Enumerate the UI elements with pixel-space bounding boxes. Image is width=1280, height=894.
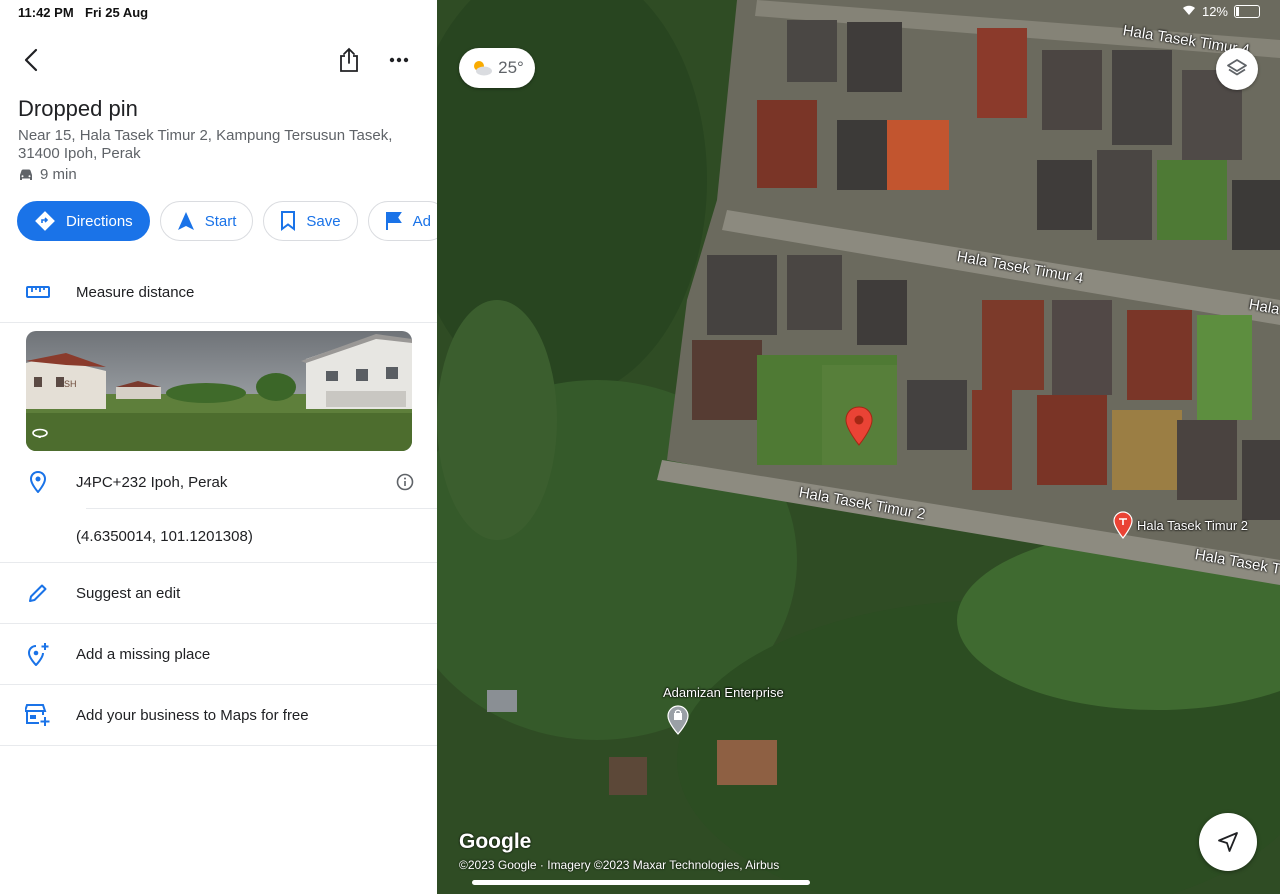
street-view-image: SH xyxy=(26,331,412,451)
start-label: Start xyxy=(204,212,237,230)
place-marker-timur2[interactable]: Hala Tasek Timur 2 xyxy=(1113,511,1248,539)
coordinates-row[interactable]: (4.6350014, 101.1201308) xyxy=(0,516,437,556)
chevron-left-icon xyxy=(24,48,38,72)
suggest-edit-row[interactable]: Suggest an edit xyxy=(0,573,437,613)
status-date: Fri 25 Aug xyxy=(85,5,149,20)
plus-code-info-button[interactable] xyxy=(393,470,417,494)
more-options-button[interactable] xyxy=(381,42,417,78)
suggest-edit-label: Suggest an edit xyxy=(76,584,181,602)
status-time: 11:42 PM xyxy=(18,5,74,20)
location-pin-icon xyxy=(30,471,46,493)
divider xyxy=(0,684,437,685)
ruler-icon xyxy=(26,286,50,298)
dropped-pin-marker[interactable] xyxy=(845,406,873,451)
more-horizontal-icon xyxy=(389,57,409,63)
drive-time: 9 min xyxy=(18,166,77,183)
partly-cloudy-icon xyxy=(474,61,493,76)
directions-icon xyxy=(35,211,55,231)
place-sheet: Dropped pin Near 15, Hala Tasek Timur 2,… xyxy=(0,0,437,894)
layers-icon xyxy=(1227,59,1247,76)
add-missing-place-row[interactable]: Add a missing place xyxy=(0,634,437,674)
add-business-icon xyxy=(25,704,50,726)
satellite-map[interactable]: Hala Tasek Timur 4 Hala Tasek Timur 4 Ha… xyxy=(437,0,1280,894)
pushpin-icon xyxy=(1113,511,1133,539)
divider xyxy=(0,745,437,746)
shopping-bag-pin-icon xyxy=(667,705,689,735)
directions-label: Directions xyxy=(66,212,133,230)
place-address: Near 15, Hala Tasek Timur 2, Kampung Ter… xyxy=(18,127,393,162)
place-title: Dropped pin xyxy=(18,96,138,121)
divider xyxy=(86,508,437,509)
add-label-button[interactable]: Ad xyxy=(367,201,437,241)
place-marker-adamizan[interactable] xyxy=(667,705,689,740)
wifi-icon xyxy=(1182,4,1196,19)
start-button[interactable]: Start xyxy=(159,201,254,241)
battery-icon xyxy=(1234,5,1260,18)
bookmark-icon xyxy=(281,211,296,231)
my-location-button[interactable] xyxy=(1199,813,1257,871)
photo-badge-text: SH xyxy=(64,379,77,389)
divider xyxy=(0,562,437,563)
share-icon xyxy=(340,47,358,72)
navigation-arrow-icon xyxy=(177,212,194,230)
red-pin-icon xyxy=(845,406,873,446)
back-button[interactable] xyxy=(14,42,50,78)
place-label-timur2: Hala Tasek Timur 2 xyxy=(1137,517,1249,533)
share-button[interactable] xyxy=(331,42,367,78)
save-label: Save xyxy=(306,212,341,230)
plus-code-label: J4PC+232 Ipoh, Perak xyxy=(76,473,228,491)
save-button[interactable]: Save xyxy=(263,201,358,241)
drive-time-label: 9 min xyxy=(40,166,77,183)
map-copyright: ©2023 Google · Imagery ©2023 Maxar Techn… xyxy=(459,858,780,872)
home-indicator[interactable] xyxy=(472,880,810,885)
battery-label: 12% xyxy=(1201,4,1228,19)
place-label-adamizan: Adamizan Enterprise xyxy=(663,685,784,700)
flag-icon xyxy=(385,212,402,230)
measure-distance-label: Measure distance xyxy=(76,283,195,301)
action-chips: Directions Start Save Ad xyxy=(17,201,437,245)
divider xyxy=(0,322,437,323)
add-business-label: Add your business to Maps for free xyxy=(76,706,309,724)
add-missing-place-label: Add a missing place xyxy=(76,645,211,663)
car-icon xyxy=(20,169,32,180)
divider xyxy=(0,623,437,624)
coordinates-label: (4.6350014, 101.1201308) xyxy=(76,527,253,545)
weather-chip[interactable]: 25° xyxy=(459,48,535,88)
street-view-photo[interactable]: SH xyxy=(26,331,412,451)
weather-temperature: 25° xyxy=(498,58,524,77)
status-indicators: 12% xyxy=(1182,4,1260,19)
info-icon xyxy=(396,473,414,491)
add-location-icon xyxy=(27,643,49,666)
directions-button[interactable]: Directions xyxy=(17,201,150,241)
map-layers-button[interactable] xyxy=(1216,48,1258,90)
location-arrow-icon xyxy=(1218,832,1238,852)
street-view-360-icon xyxy=(32,425,48,443)
add-business-row[interactable]: Add your business to Maps for free xyxy=(0,695,437,735)
google-logo: Google xyxy=(459,830,532,853)
measure-distance-row[interactable]: Measure distance xyxy=(0,272,437,312)
plus-code-row[interactable]: J4PC+232 Ipoh, Perak xyxy=(0,462,437,502)
add-label-label: Ad xyxy=(412,212,431,230)
pencil-icon xyxy=(29,584,47,602)
